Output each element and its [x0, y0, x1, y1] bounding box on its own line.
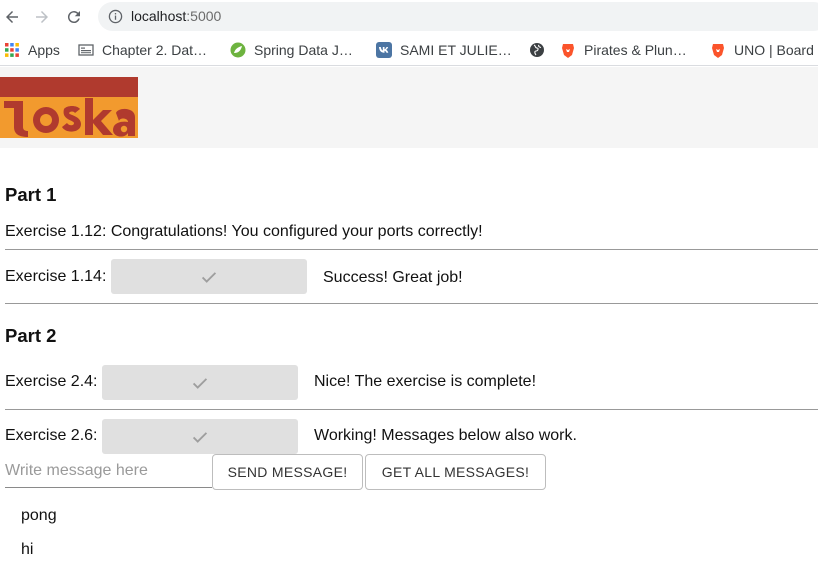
divider — [5, 249, 818, 250]
exercise-1-12-text: Exercise 1.12: Congratulations! You conf… — [5, 223, 483, 240]
browser-toolbar: localhost:5000 — [0, 0, 818, 33]
url-text: localhost:5000 — [131, 8, 221, 24]
page-header — [0, 67, 818, 148]
vk-icon — [376, 42, 392, 58]
apps-grid-icon — [5, 43, 19, 57]
part-2-heading: Part 2 — [5, 325, 57, 346]
exercise-1-14-label: Exercise 1.14: — [5, 268, 107, 285]
bookmark-apps[interactable]: Apps — [4, 41, 60, 59]
checkmark-icon — [201, 271, 217, 283]
exercise-1-14-status: Success! Great job! — [323, 269, 463, 286]
exercise-2-4-label: Exercise 2.4: — [5, 373, 98, 390]
forward-arrow-icon[interactable] — [31, 6, 53, 28]
checkmark-icon — [192, 431, 208, 443]
url-port: :5000 — [186, 8, 222, 24]
url-host: localhost — [131, 8, 187, 24]
info-icon[interactable] — [108, 9, 123, 24]
exercise-2-6-status: Working! Messages below also work. — [314, 427, 577, 444]
message-input[interactable] — [5, 455, 212, 488]
exercise-1-14-check-button[interactable] — [111, 259, 307, 294]
message-item: pong — [21, 507, 57, 524]
reload-icon[interactable] — [63, 6, 85, 28]
spring-leaf-icon — [230, 42, 246, 58]
message-item: hi — [21, 541, 34, 558]
bookmark-label: Spring Data J… — [254, 42, 353, 58]
exercise-2-6-label: Exercise 2.6: — [5, 427, 98, 444]
bookmark-label: Chapter 2. Dat… — [102, 42, 208, 58]
bookmark-label: Pirates & Plun… — [584, 42, 687, 58]
bookmark-chapter-2[interactable]: Chapter 2. Dat… — [78, 41, 207, 59]
bookmark-spring-data[interactable]: Spring Data J… — [230, 41, 353, 59]
checkmark-icon — [192, 377, 208, 389]
back-arrow-icon[interactable] — [1, 6, 23, 28]
bookmark-label: SAMI ET JULIE… — [400, 42, 512, 58]
part-1-heading: Part 1 — [5, 184, 57, 205]
exercise-2-4-status: Nice! The exercise is complete! — [314, 373, 537, 390]
bookmark-sami-et-julie[interactable]: SAMI ET JULIE… — [376, 41, 512, 59]
document-icon — [78, 44, 94, 56]
bookmark-label: Apps — [28, 42, 60, 58]
bookmarks-bar: Apps Chapter 2. Dat… Spring Data J… SAMI… — [0, 33, 818, 66]
get-all-messages-button[interactable]: GET ALL MESSAGES! — [365, 454, 546, 490]
brave-lion-icon — [562, 44, 574, 58]
divider — [5, 303, 818, 304]
exercise-2-6-check-button[interactable] — [102, 419, 298, 454]
bookmark-label: UNO | Board — [734, 42, 814, 58]
toska-logo — [0, 77, 138, 138]
divider — [5, 409, 818, 410]
bookmark-uno-board[interactable]: UNO | Board — [710, 41, 814, 59]
bookmark-pirates-plunder[interactable]: Pirates & Plun… — [560, 41, 687, 59]
bookmark-globe[interactable] — [529, 41, 553, 59]
exercise-2-4-check-button[interactable] — [102, 365, 298, 400]
send-message-button[interactable]: SEND MESSAGE! — [212, 454, 363, 490]
address-bar[interactable]: localhost:5000 — [98, 2, 818, 31]
brave-lion-icon — [712, 44, 724, 58]
globe-icon — [530, 43, 544, 57]
